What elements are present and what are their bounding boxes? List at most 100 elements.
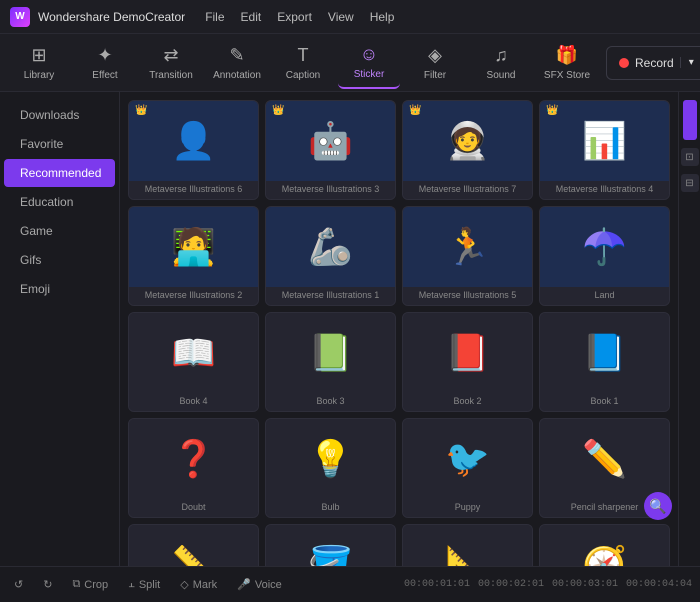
sticker-thumbnail: 🧭 [540,525,669,566]
sticker-item[interactable]: 🧑‍💻 Metaverse Illustrations 2 [128,206,259,306]
sticker-item[interactable]: 📘 Book 1 [539,312,670,412]
sidebar-item-emoji[interactable]: Emoji [4,275,115,303]
sticker-item[interactable]: 👑 👤 Metaverse Illustrations 6 [128,100,259,200]
sticker-thumbnail: 📗 [266,313,395,393]
sticker-label: Metaverse Illustrations 4 [540,181,669,199]
sticker-label: Metaverse Illustrations 3 [266,181,395,199]
menu-help[interactable]: Help [370,10,395,24]
mark-button[interactable]: ◇ Mark [174,575,223,594]
undo-icon: ↺ [14,578,23,591]
toolbar-filter[interactable]: ◈ Filter [404,37,466,89]
crop-icon: ⧉ [72,578,80,591]
toolbar-filter-label: Filter [424,70,446,81]
menu-view[interactable]: View [328,10,354,24]
sticker-item[interactable]: 📗 Book 3 [265,312,396,412]
sidebar-item-downloads[interactable]: Downloads [4,101,115,129]
sticker-item[interactable]: 👑 🧑‍🚀 Metaverse Illustrations 7 [402,100,533,200]
sticker-item[interactable]: 📐 Ruler [402,524,533,566]
sidebar-item-gifs[interactable]: Gifs [4,246,115,274]
sticker-emoji: 🧑‍💻 [171,226,216,268]
split-button[interactable]: ⫠ Split [122,575,166,594]
sidebar-item-game[interactable]: Game [4,217,115,245]
toolbar-sticker[interactable]: ☺ Sticker [338,37,400,89]
sticker-label: Book 3 [266,393,395,411]
sticker-item[interactable]: 🐦 Puppy [402,418,533,518]
menu-edit[interactable]: Edit [241,10,262,24]
sticker-item[interactable]: 💡 Bulb [265,418,396,518]
sticker-item[interactable]: ❓ Doubt [128,418,259,518]
toolbar-sticker-label: Sticker [354,69,385,80]
sidebar-item-favorite[interactable]: Favorite [4,130,115,158]
sticker-label: Book 4 [129,393,258,411]
sticker-item[interactable]: ☂️ Land [539,206,670,306]
sticker-item[interactable]: 👑 🤖 Metaverse Illustrations 3 [265,100,396,200]
toolbar-annotation-label: Annotation [213,70,261,81]
sticker-item[interactable]: 🏃 Metaverse Illustrations 5 [402,206,533,306]
voice-button[interactable]: 🎤 Voice [231,575,288,594]
timecode-2: 00:00:02:01 [478,579,544,590]
toolbar-sfx[interactable]: 🎁 SFX Store [536,37,598,89]
sticker-emoji: 🤖 [308,120,353,162]
toolbar-sfx-label: SFX Store [544,70,590,81]
crop-button[interactable]: ⧉ Crop [66,575,114,594]
toolbar-caption[interactable]: T Caption [272,37,334,89]
redo-icon: ↻ [43,578,52,591]
crown-icon: 👑 [546,105,558,116]
sound-icon: ♫ [494,45,508,66]
sticker-item[interactable]: 📏 Tape measure [128,524,259,566]
sticker-item[interactable]: 🦾 Metaverse Illustrations 1 [265,206,396,306]
sticker-emoji: 💡 [308,438,353,480]
toolbar-library[interactable]: ⊞ Library [8,37,70,89]
sticker-emoji: 🏃 [445,226,490,268]
right-sidebar: ⊡ ⊟ [678,92,700,566]
sticker-emoji: 🧭 [582,544,627,566]
sticker-item[interactable]: 🪣 Pen container [265,524,396,566]
sticker-thumbnail: 🏃 [403,207,532,287]
toolbar-library-label: Library [24,70,55,81]
sticker-item[interactable]: 👑 📊 Metaverse Illustrations 4 [539,100,670,200]
toolbar-annotation[interactable]: ✎ Annotation [206,37,268,89]
record-button[interactable]: Record ▾ [606,46,700,80]
sticker-item[interactable]: 📕 Book 2 [402,312,533,412]
menu-export[interactable]: Export [277,10,312,24]
sticker-label: Metaverse Illustrations 2 [129,287,258,305]
sticker-emoji: 📕 [445,332,490,374]
sticker-emoji: 📏 [171,544,216,566]
sticker-thumbnail: 📏 [129,525,258,566]
toolbar-sound[interactable]: ♫ Sound [470,37,532,89]
toolbar: ⊞ Library ✦ Effect ⇄ Transition ✎ Annota… [0,34,700,92]
sticker-thumbnail: ☂️ [540,207,669,287]
sticker-thumbnail: 👑 🧑‍🚀 [403,101,532,181]
sidebar-item-education[interactable]: Education [4,188,115,216]
crown-icon: 👑 [135,105,147,116]
crown-icon: 👑 [409,105,421,116]
menu-bar: File Edit Export View Help [205,10,394,24]
sticker-thumbnail: 📖 [129,313,258,393]
sticker-item[interactable]: 🧭 Compasses [539,524,670,566]
sticker-label: Bulb [266,499,395,517]
crown-icon: 👑 [272,105,284,116]
library-icon: ⊞ [31,45,46,66]
sticker-label: Metaverse Illustrations 6 [129,181,258,199]
menu-file[interactable]: File [205,10,224,24]
sticker-thumbnail: 🐦 [403,419,532,499]
annotation-icon: ✎ [229,45,244,66]
sticker-item[interactable]: 📖 Book 4 [128,312,259,412]
search-button[interactable]: 🔍 [644,492,672,520]
redo-button[interactable]: ↻ [37,575,58,594]
sticker-emoji: 📖 [171,332,216,374]
toolbar-transition[interactable]: ⇄ Transition [140,37,202,89]
sidebar-item-recommended[interactable]: Recommended [4,159,115,187]
scroll-handle[interactable] [683,100,697,140]
sticker-thumbnail: 👑 👤 [129,101,258,181]
effect-icon: ✦ [97,45,112,66]
toolbar-effect[interactable]: ✦ Effect [74,37,136,89]
sticker-emoji: 👤 [171,120,216,162]
sticker-thumbnail: 📐 [403,525,532,566]
right-bottom-btn[interactable]: ⊟ [681,174,699,192]
right-top-btn[interactable]: ⊡ [681,148,699,166]
undo-button[interactable]: ↺ [8,575,29,594]
sticker-thumbnail: ❓ [129,419,258,499]
title-bar: W Wondershare DemoCreator File Edit Expo… [0,0,700,34]
main-content: Downloads Favorite Recommended Education… [0,92,700,566]
